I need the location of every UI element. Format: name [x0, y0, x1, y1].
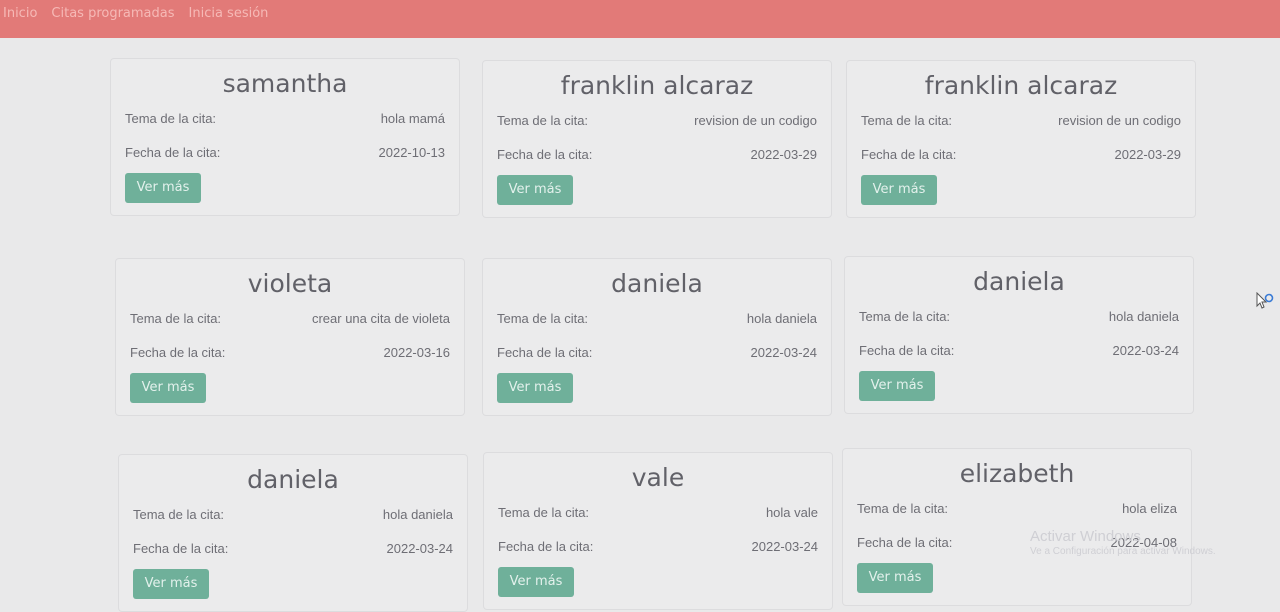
ver-mas-button[interactable]: Ver más	[130, 373, 206, 403]
ver-mas-button[interactable]: Ver más	[498, 567, 574, 597]
tema-row: Tema de la cita: hola vale	[498, 505, 818, 520]
appointment-card: vale Tema de la cita: hola vale Fecha de…	[483, 452, 833, 610]
fecha-value: 2022-03-29	[1114, 147, 1182, 162]
tema-row: Tema de la cita: hola eliza	[857, 501, 1177, 516]
fecha-value: 2022-03-29	[750, 147, 818, 162]
fecha-value: 2022-03-16	[383, 345, 451, 360]
tema-value: revision de un codigo	[694, 113, 817, 128]
tema-value: hola daniela	[382, 507, 453, 522]
fecha-row: Fecha de la cita: 2022-03-24	[498, 539, 818, 554]
tema-row: Tema de la cita: crear una cita de viole…	[130, 311, 450, 326]
fecha-value: 2022-03-24	[386, 541, 454, 556]
nav-link-citas-programadas[interactable]: Citas programadas	[51, 6, 174, 21]
appointment-card: franklin alcaraz Tema de la cita: revisi…	[846, 60, 1196, 218]
tema-row: Tema de la cita: hola daniela	[859, 309, 1179, 324]
ver-mas-button[interactable]: Ver más	[125, 173, 201, 203]
appointment-card: daniela Tema de la cita: hola daniela Fe…	[844, 256, 1194, 414]
appointment-card: violeta Tema de la cita: crear una cita …	[115, 258, 465, 416]
tema-label: Tema de la cita:	[497, 311, 589, 326]
card-name: vale	[631, 463, 685, 492]
tema-label: Tema de la cita:	[861, 113, 953, 128]
fecha-row: Fecha de la cita: 2022-03-29	[861, 147, 1181, 162]
card-name: daniela	[973, 267, 1065, 296]
tema-row: Tema de la cita: revision de un codigo	[861, 113, 1181, 128]
tema-row: Tema de la cita: revision de un codigo	[497, 113, 817, 128]
fecha-value: 2022-10-13	[378, 145, 446, 160]
nav-link-inicia-sesion[interactable]: Inicia sesión	[189, 6, 269, 21]
fecha-value: 2022-03-24	[751, 539, 819, 554]
ver-mas-button[interactable]: Ver más	[857, 563, 933, 593]
nav-link-inicio[interactable]: Inicio	[3, 6, 37, 21]
tema-value: hola eliza	[1122, 501, 1177, 516]
card-name: elizabeth	[959, 459, 1075, 488]
card-name: samantha	[222, 69, 348, 98]
fecha-label: Fecha de la cita:	[125, 145, 221, 160]
appointment-card: samantha Tema de la cita: hola mamá Fech…	[110, 58, 460, 216]
tema-row: Tema de la cita: hola mamá	[125, 111, 445, 126]
fecha-label: Fecha de la cita:	[497, 345, 593, 360]
watermark-title: Activar Windows	[1030, 528, 1141, 545]
ver-mas-button[interactable]: Ver más	[497, 373, 573, 403]
fecha-label: Fecha de la cita:	[861, 147, 957, 162]
fecha-value: 2022-03-24	[750, 345, 818, 360]
appointment-card: elizabeth Tema de la cita: hola eliza Fe…	[842, 448, 1192, 606]
ver-mas-button[interactable]: Ver más	[133, 569, 209, 599]
tema-value: crear una cita de violeta	[311, 311, 450, 326]
tema-label: Tema de la cita:	[125, 111, 217, 126]
tema-label: Tema de la cita:	[498, 505, 590, 520]
tema-label: Tema de la cita:	[133, 507, 225, 522]
fecha-row: Fecha de la cita: 2022-03-29	[497, 147, 817, 162]
fecha-row: Fecha de la cita: 2022-03-16	[130, 345, 450, 360]
ver-mas-button[interactable]: Ver más	[497, 175, 573, 205]
tema-value: hola daniela	[746, 311, 817, 326]
appointment-card: daniela Tema de la cita: hola daniela Fe…	[118, 454, 468, 612]
tema-row: Tema de la cita: hola daniela	[497, 311, 817, 326]
tema-value: hola daniela	[1108, 309, 1179, 324]
top-navbar: Inicio Citas programadas Inicia sesión	[0, 0, 1280, 38]
watermark-subtitle: Ve a Configuración para activar Windows.	[1030, 546, 1216, 557]
ver-mas-button[interactable]: Ver más	[859, 371, 935, 401]
tema-label: Tema de la cita:	[859, 309, 951, 324]
ver-mas-button[interactable]: Ver más	[861, 175, 937, 205]
windows-activation-watermark: Activar Windows Ve a Configuración para …	[1030, 528, 1216, 557]
fecha-label: Fecha de la cita:	[497, 147, 593, 162]
fecha-row: Fecha de la cita: 2022-10-13	[125, 145, 445, 160]
card-name: daniela	[247, 465, 339, 494]
busy-cursor-icon	[1256, 292, 1274, 309]
tema-value: hola vale	[765, 505, 818, 520]
fecha-row: Fecha de la cita: 2022-03-24	[859, 343, 1179, 358]
card-name: daniela	[611, 269, 703, 298]
tema-label: Tema de la cita:	[497, 113, 589, 128]
appointment-card: franklin alcaraz Tema de la cita: revisi…	[482, 60, 832, 218]
tema-row: Tema de la cita: hola daniela	[133, 507, 453, 522]
fecha-label: Fecha de la cita:	[857, 535, 953, 550]
tema-value: revision de un codigo	[1058, 113, 1181, 128]
tema-value: hola mamá	[380, 111, 445, 126]
card-name: franklin alcaraz	[924, 71, 1118, 100]
tema-label: Tema de la cita:	[130, 311, 222, 326]
fecha-row: Fecha de la cita: 2022-03-24	[133, 541, 453, 556]
appointment-card: daniela Tema de la cita: hola daniela Fe…	[482, 258, 832, 416]
fecha-label: Fecha de la cita:	[133, 541, 229, 556]
fecha-value: 2022-03-24	[1112, 343, 1180, 358]
fecha-label: Fecha de la cita:	[859, 343, 955, 358]
tema-label: Tema de la cita:	[857, 501, 949, 516]
card-name: violeta	[247, 269, 333, 298]
card-name: franklin alcaraz	[560, 71, 754, 100]
fecha-label: Fecha de la cita:	[498, 539, 594, 554]
fecha-label: Fecha de la cita:	[130, 345, 226, 360]
fecha-row: Fecha de la cita: 2022-03-24	[497, 345, 817, 360]
